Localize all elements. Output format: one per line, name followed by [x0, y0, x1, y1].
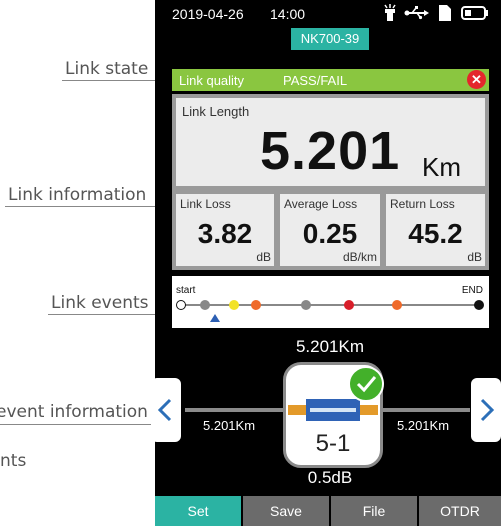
bottom-toolbar: Set Save File OTDR — [155, 496, 501, 526]
otdr-button[interactable]: OTDR — [419, 496, 501, 526]
event-dot-3[interactable] — [251, 300, 261, 310]
fail-close-icon[interactable]: ✕ — [467, 70, 486, 89]
return-loss-unit: dB — [467, 250, 482, 264]
link-loss-unit: dB — [256, 250, 271, 264]
link-length-inner: Link Length 5.201 Km — [176, 98, 485, 186]
events-end-label: END — [461, 285, 483, 296]
flashlight-icon — [384, 4, 396, 21]
average-loss-title: Average Loss — [284, 197, 358, 211]
event-id: 5-1 — [315, 430, 351, 457]
average-loss-value: 0.25 — [302, 218, 358, 249]
link-length-title: Link Length — [182, 104, 250, 119]
events-start-label: start — [176, 285, 196, 296]
average-loss-cell: Average Loss 0.25 dB/km — [280, 194, 380, 266]
annotation-link-information: Link information — [8, 185, 147, 205]
pass-fail-label: PASS/FAIL — [283, 73, 348, 88]
status-date: 2019-04-26 — [172, 6, 244, 22]
link-length-unit: Km — [422, 152, 461, 182]
event-dot-5[interactable] — [344, 300, 354, 310]
fiber-right-line — [380, 408, 470, 412]
battery-icon — [461, 6, 488, 20]
return-loss-value: 45.2 — [408, 218, 463, 249]
next-event-button[interactable] — [471, 378, 501, 442]
link-loss-cell: Link Loss 3.82 dB — [176, 194, 274, 266]
return-loss-cell: Return Loss 45.2 dB — [386, 194, 485, 266]
sd-card-icon — [439, 5, 451, 21]
loss-row: Link Loss 3.82 dB Average Loss 0.25 dB/k… — [172, 190, 489, 270]
event-dot-6[interactable] — [392, 300, 402, 310]
event-selection-marker — [210, 314, 220, 322]
average-loss-unit: dB/km — [342, 250, 377, 264]
status-bar: 2019-04-26 14:00 — [155, 0, 501, 28]
annotation-event-information-line — [0, 424, 172, 425]
set-button[interactable]: Set — [155, 496, 241, 526]
event-dot-1[interactable] — [200, 300, 210, 310]
save-button[interactable]: Save — [243, 496, 329, 526]
file-button[interactable]: File — [331, 496, 417, 526]
event-dot-start[interactable] — [176, 300, 186, 310]
link-state-bar: Link quality PASS/FAIL ✕ — [172, 69, 489, 91]
annotation-event-information: event information — [0, 402, 148, 422]
right-segment-distance: 5.201Km — [397, 418, 450, 433]
annotation-link-events-line — [48, 314, 172, 315]
link-quality-label: Link quality — [179, 73, 245, 88]
chevron-left-icon — [157, 398, 172, 422]
link-loss-title: Link Loss — [180, 197, 231, 211]
chevron-right-icon — [480, 398, 495, 422]
link-loss-value: 3.82 — [197, 218, 253, 249]
return-loss-title: Return Loss — [390, 197, 455, 211]
link-length-value: 5.201 — [260, 121, 401, 181]
annotation-partial: nts — [0, 451, 27, 471]
event-loss: 0.5dB — [307, 468, 353, 487]
link-events-panel: start END — [172, 276, 489, 328]
event-dot-2[interactable] — [229, 300, 239, 310]
annotation-link-state: Link state — [65, 59, 149, 79]
event-dot-4[interactable] — [301, 300, 311, 310]
event-distance: 5.201Km — [295, 337, 365, 356]
usb-icon — [404, 6, 429, 20]
check-icon — [348, 366, 384, 402]
events-line — [182, 304, 480, 306]
fiber-left-line — [185, 408, 285, 412]
link-length-panel: Link Length 5.201 Km — [172, 94, 489, 190]
left-segment-distance: 5.201Km — [203, 418, 256, 433]
event-dot-end[interactable] — [474, 300, 484, 310]
previous-event-button[interactable] — [151, 378, 181, 442]
annotation-link-information-line — [5, 206, 172, 207]
device-screen: 2019-04-26 14:00 NK700-39 Link quality P… — [151, 0, 501, 526]
annotation-link-events: Link events — [51, 293, 149, 313]
status-time: 14:00 — [270, 6, 306, 22]
device-name-tab: NK700-39 — [291, 28, 369, 50]
